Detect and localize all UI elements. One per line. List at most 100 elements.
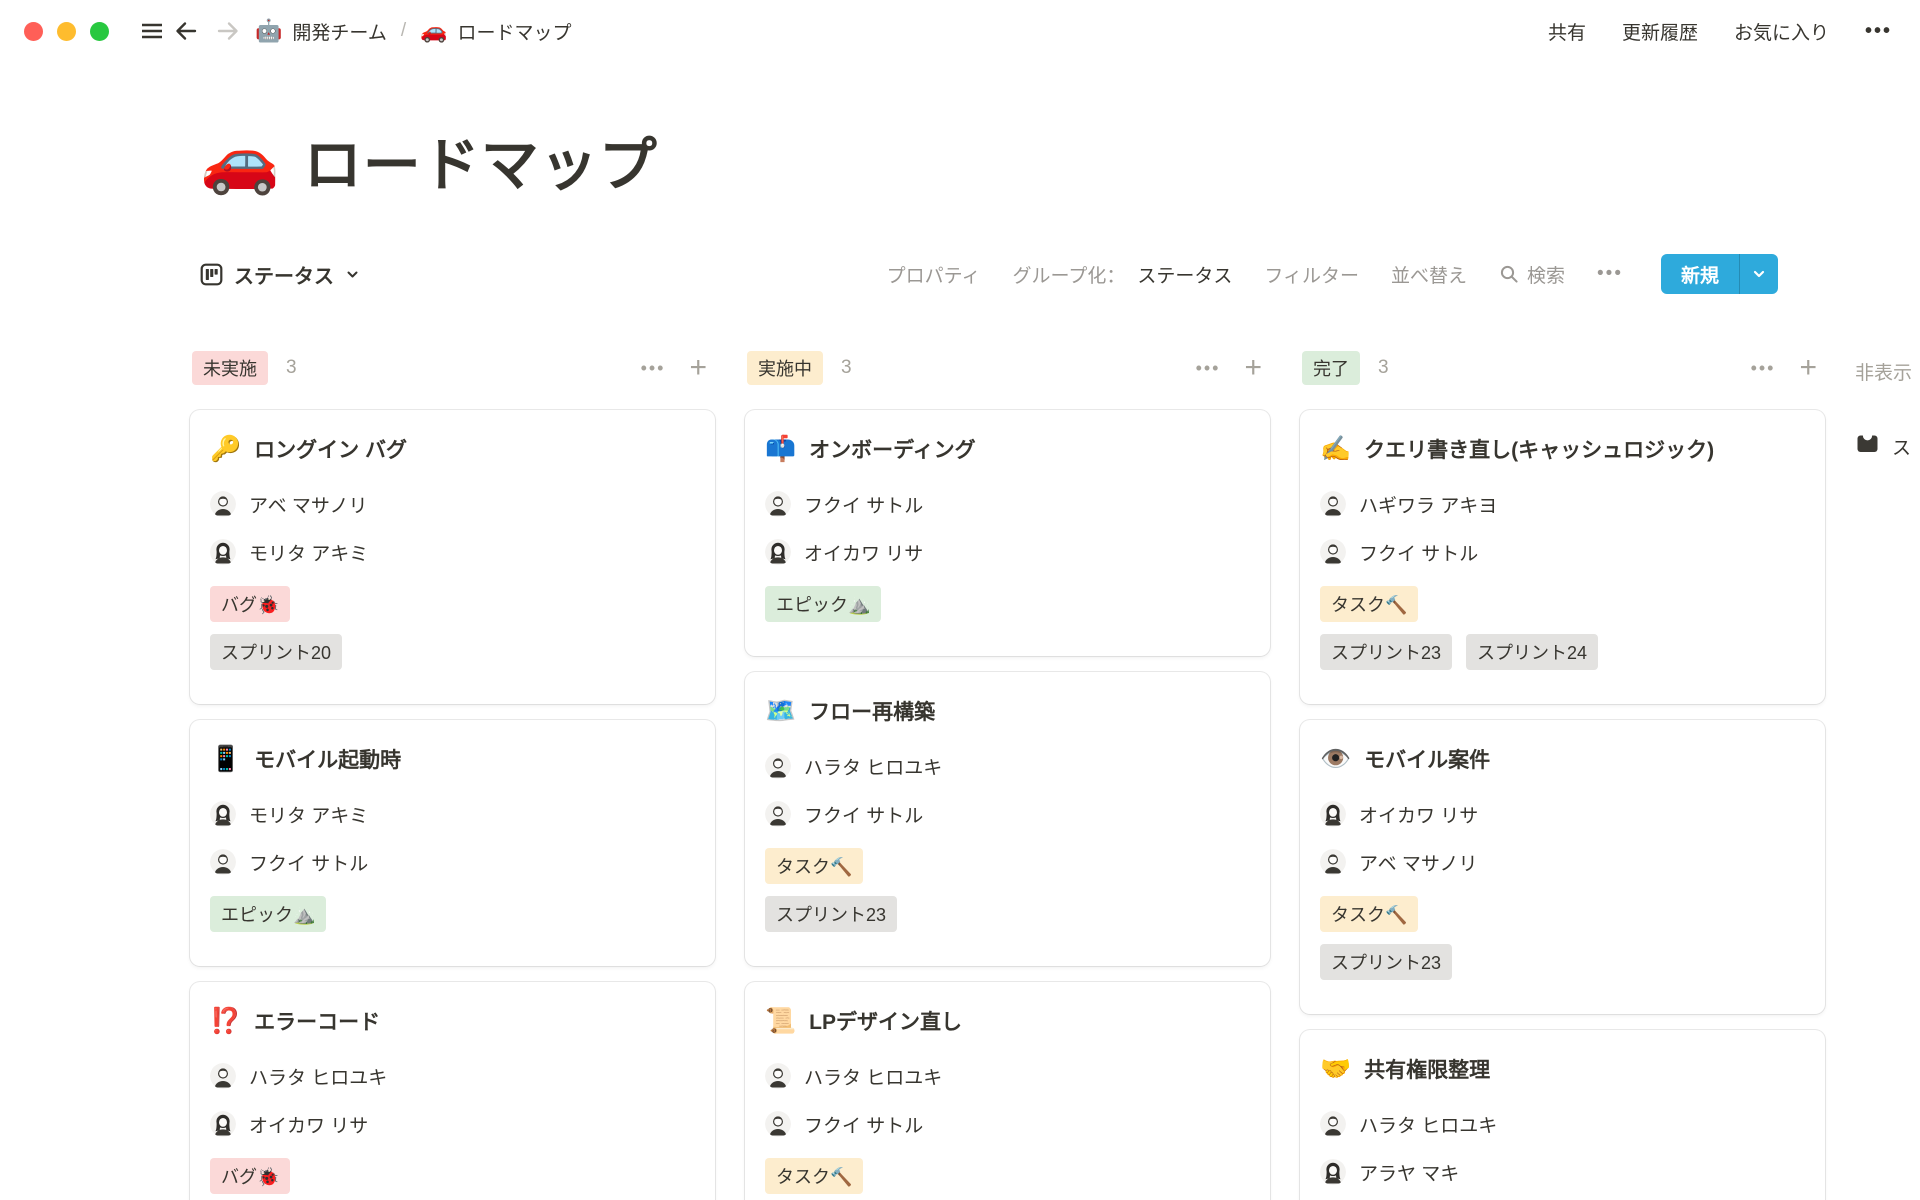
card-emoji-icon: 📱 bbox=[210, 747, 241, 772]
column-status-badge[interactable]: 未実施 bbox=[192, 351, 268, 385]
column-more-icon[interactable]: ••• bbox=[1751, 358, 1776, 379]
new-button-dropdown[interactable] bbox=[1739, 254, 1778, 294]
kanban-card[interactable]: 🗺️フロー再構築ハラタ ヒロユキフクイ サトルタスク🔨スプリント23 bbox=[745, 672, 1270, 966]
card-emoji-icon: 🔑 bbox=[210, 437, 241, 462]
person-row: フクイ サトル bbox=[765, 490, 1250, 518]
person-row: ハギワラ アキヨ bbox=[1320, 490, 1805, 518]
person-name: ハラタ ヒロユキ bbox=[249, 1063, 387, 1090]
kanban-card[interactable]: ✍️クエリ書き直し(キャッシュロジック)ハギワラ アキヨフクイ サトルタスク🔨ス… bbox=[1300, 410, 1825, 704]
robot-emoji-icon: 🤖 bbox=[255, 20, 282, 42]
properties-button[interactable]: プロパティ bbox=[887, 261, 981, 288]
person-row: アラヤ マキ bbox=[1320, 1158, 1805, 1186]
column-more-icon[interactable]: ••• bbox=[641, 358, 666, 379]
person-row: モリタ アキミ bbox=[210, 538, 695, 566]
back-arrow-icon bbox=[172, 17, 200, 45]
avatar bbox=[765, 753, 791, 779]
filter-button[interactable]: フィルター bbox=[1264, 261, 1359, 288]
column-more-icon[interactable]: ••• bbox=[1196, 358, 1221, 379]
avatar bbox=[210, 1063, 236, 1089]
kanban-card[interactable]: 🔑ロングイン バグアベ マサノリモリタ アキミバグ🐞スプリント20 bbox=[190, 410, 715, 704]
card-title: LPデザイン直し bbox=[809, 1006, 962, 1036]
card-title: モバイル案件 bbox=[1364, 744, 1490, 774]
tag-row: スプリント23 bbox=[1320, 944, 1805, 980]
person-name: オイカワ リサ bbox=[804, 539, 923, 566]
tray-icon bbox=[1855, 431, 1880, 462]
more-options-icon[interactable]: ••• bbox=[1865, 20, 1892, 43]
forward-arrow-icon bbox=[214, 17, 242, 45]
kanban-card[interactable]: 🤝共有権限整理ハラタ ヒロユキアラヤ マキ bbox=[1300, 1030, 1825, 1200]
breadcrumb-label: ロードマップ bbox=[458, 18, 572, 45]
card-title-row: 🗺️フロー再構築 bbox=[765, 694, 1250, 728]
kanban-card[interactable]: 📫オンボーディングフクイ サトルオイカワ リサエピック⛰️ bbox=[745, 410, 1270, 656]
avatar bbox=[765, 539, 791, 565]
avatar bbox=[765, 1111, 791, 1137]
person-name: フクイ サトル bbox=[1359, 539, 1478, 566]
card-title-row: 📜LPデザイン直し bbox=[765, 1004, 1250, 1038]
card-title-row: 👁️ モバイル案件 bbox=[1320, 742, 1805, 776]
kanban-card[interactable]: 👁️モバイル案件オイカワ リサアベ マサノリタスク🔨スプリント23 bbox=[1300, 720, 1825, 1014]
person-name: フクイ サトル bbox=[804, 1111, 923, 1138]
sort-button[interactable]: 並べ替え bbox=[1391, 261, 1467, 288]
breadcrumb: 🤖 開発チーム / 🚗 ロードマップ bbox=[255, 18, 572, 45]
forward-button[interactable] bbox=[211, 14, 245, 48]
hidden-group-name: ス bbox=[1892, 433, 1911, 460]
avatar bbox=[210, 1111, 236, 1137]
hidden-groups-label[interactable]: 非表示 bbox=[1855, 354, 1912, 385]
column-add-icon[interactable]: + bbox=[1799, 353, 1817, 383]
zoom-window-button[interactable] bbox=[90, 22, 109, 41]
kanban-card[interactable]: ⁉️エラーコードハラタ ヒロユキオイカワ リサバグ🐞 bbox=[190, 982, 715, 1200]
column-add-icon[interactable]: + bbox=[689, 353, 707, 383]
breadcrumb-item-team[interactable]: 🤖 開発チーム bbox=[255, 18, 387, 45]
close-window-button[interactable] bbox=[24, 22, 43, 41]
avatar bbox=[1320, 491, 1346, 517]
person-name: フクイ サトル bbox=[804, 801, 923, 828]
column-status-badge[interactable]: 完了 bbox=[1302, 351, 1360, 385]
sidebar-toggle-button[interactable] bbox=[135, 14, 169, 48]
person-name: アベ マサノリ bbox=[249, 491, 368, 518]
share-button[interactable]: 共有 bbox=[1548, 18, 1586, 45]
page-icon[interactable]: 🚗 bbox=[200, 128, 280, 192]
column-actions: ••• + bbox=[641, 353, 707, 383]
kanban-card[interactable]: 📱モバイル起動時モリタ アキミフクイ サトルエピック⛰️ bbox=[190, 720, 715, 966]
view-switcher[interactable]: ステータス bbox=[200, 260, 360, 289]
person-name: オイカワ リサ bbox=[1359, 801, 1478, 828]
tag-badge: バグ🐞 bbox=[210, 1158, 290, 1194]
minimize-window-button[interactable] bbox=[57, 22, 76, 41]
tag-badge: スプリント23 bbox=[1320, 944, 1452, 980]
page-title[interactable]: ロードマップ bbox=[304, 118, 658, 202]
column-add-icon[interactable]: + bbox=[1244, 353, 1262, 383]
hidden-group-item[interactable]: ス bbox=[1855, 431, 1912, 462]
view-more-icon[interactable]: ••• bbox=[1597, 263, 1623, 285]
breadcrumb-item-roadmap[interactable]: 🚗 ロードマップ bbox=[420, 18, 571, 45]
tag-badge: タスク🔨 bbox=[765, 848, 863, 884]
updates-button[interactable]: 更新履歴 bbox=[1622, 18, 1698, 45]
card-emoji-icon: 👁️ bbox=[1320, 747, 1351, 772]
avatar bbox=[1320, 801, 1346, 827]
new-button[interactable]: 新規 bbox=[1661, 254, 1778, 294]
person-row: アベ マサノリ bbox=[1320, 848, 1805, 876]
person-row: フクイ サトル bbox=[765, 1110, 1250, 1138]
chevron-down-icon bbox=[1751, 266, 1767, 282]
column-status-badge[interactable]: 実施中 bbox=[747, 351, 823, 385]
card-title: モバイル起動時 bbox=[254, 744, 401, 774]
tag-badge: スプリント23 bbox=[765, 896, 897, 932]
groupby-button[interactable]: グループ化： ステータス bbox=[1012, 261, 1232, 288]
new-button-label[interactable]: 新規 bbox=[1661, 254, 1739, 294]
person-name: ハラタ ヒロユキ bbox=[1359, 1111, 1497, 1138]
hamburger-icon bbox=[138, 17, 166, 45]
tag-badge: バグ🐞 bbox=[210, 586, 290, 622]
person-row: フクイ サトル bbox=[210, 848, 695, 876]
kanban-card[interactable]: 📜LPデザイン直しハラタ ヒロユキフクイ サトルタスク🔨 bbox=[745, 982, 1270, 1200]
tag-badge: タスク🔨 bbox=[1320, 586, 1418, 622]
back-button[interactable] bbox=[169, 14, 203, 48]
board-view-icon bbox=[200, 263, 223, 286]
search-button[interactable]: 検索 bbox=[1499, 261, 1565, 288]
window-controls bbox=[24, 22, 109, 41]
avatar bbox=[1320, 849, 1346, 875]
favorite-button[interactable]: お気に入り bbox=[1734, 18, 1829, 45]
card-title-row: 📱 モバイル起動時 bbox=[210, 742, 695, 776]
tag-row: スプリント20 bbox=[210, 634, 695, 670]
avatar bbox=[765, 801, 791, 827]
tag-badge: スプリント24 bbox=[1466, 634, 1598, 670]
groupby-value: ステータス bbox=[1137, 261, 1232, 288]
